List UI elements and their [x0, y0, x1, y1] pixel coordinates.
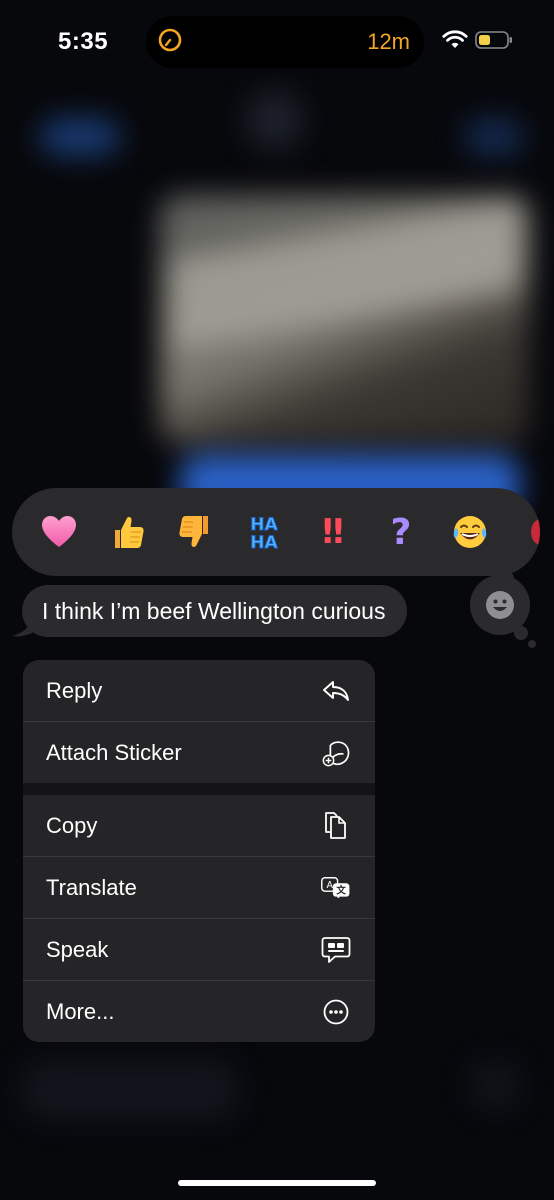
more-emoji-reaction[interactable]: [514, 510, 540, 554]
ellipsis-circle-icon: [321, 997, 351, 1027]
sticker-add-icon: [321, 738, 351, 768]
menu-section-separator: [23, 783, 375, 795]
message-text: I think I’m beef Wellington curious: [42, 597, 386, 624]
status-time: 5:35: [58, 28, 109, 55]
activity-timer: 12m: [367, 29, 410, 54]
partial-emoji-icon: [531, 518, 540, 546]
messages-screen: 5:35 12m HA HA ‼ ? I think I’m beef Well…: [0, 0, 554, 1200]
thumbs-down-icon: [179, 516, 208, 547]
menu-item-label: Speak: [46, 936, 109, 962]
battery-icon: [475, 31, 512, 49]
haha-reaction[interactable]: HA HA: [242, 510, 286, 554]
smiley-face-icon: [486, 591, 514, 619]
haha-text-bottom: HA: [250, 533, 278, 553]
message-bubble[interactable]: I think I’m beef Wellington curious: [22, 585, 408, 637]
menu-item-label: Attach Sticker: [46, 739, 182, 765]
copy-icon: [321, 811, 351, 841]
message-context-menu: Reply Attach Sticker Copy Translate A 文 …: [23, 660, 375, 1042]
tapback-reaction-tray: HA HA ‼ ?: [12, 488, 540, 576]
speak-bubble-icon: [321, 935, 351, 965]
menu-item-label: More...: [46, 998, 115, 1024]
home-indicator[interactable]: [178, 1180, 376, 1186]
menu-item-label: Reply: [46, 677, 103, 703]
reply-arrow-icon: [321, 676, 351, 706]
menu-item-copy[interactable]: Copy: [23, 795, 375, 857]
double-exclamation-icon: ‼: [322, 512, 344, 552]
menu-item-more[interactable]: More...: [23, 981, 375, 1042]
thumbs-up-reaction[interactable]: [105, 510, 149, 554]
laughing-face-reaction[interactable]: [448, 510, 492, 554]
menu-item-translate[interactable]: Translate A 文: [23, 857, 375, 919]
sticker-emoji-button[interactable]: [470, 575, 530, 635]
haha-icon: HA HA: [250, 515, 279, 554]
question-reaction[interactable]: ?: [379, 510, 423, 554]
menu-item-speak[interactable]: Speak: [23, 919, 375, 981]
activity-ring-icon: [158, 28, 182, 52]
status-bar: 5:35 12m: [0, 0, 554, 80]
question-mark-icon: ?: [390, 511, 412, 553]
thumbs-up-icon: [115, 517, 144, 548]
translate-icon: A 文: [321, 873, 351, 903]
haha-text-top: HA: [250, 515, 278, 535]
tears-of-joy-icon: [453, 516, 487, 548]
heart-reaction[interactable]: [37, 510, 81, 554]
dynamic-island[interactable]: 12m: [146, 16, 424, 68]
menu-item-reply[interactable]: Reply: [23, 660, 375, 722]
svg-text:A: A: [326, 880, 333, 891]
menu-item-label: Translate: [46, 874, 137, 900]
exclamation-reaction[interactable]: ‼: [311, 510, 355, 554]
menu-item-label: Copy: [46, 812, 98, 838]
sticker-bubble-dot-small: [528, 640, 536, 648]
thumbs-down-reaction[interactable]: [174, 510, 218, 554]
svg-text:文: 文: [335, 884, 346, 896]
wifi-icon: [442, 30, 468, 48]
menu-item-attach-sticker[interactable]: Attach Sticker: [23, 722, 375, 783]
pink-heart-icon: [42, 516, 76, 547]
